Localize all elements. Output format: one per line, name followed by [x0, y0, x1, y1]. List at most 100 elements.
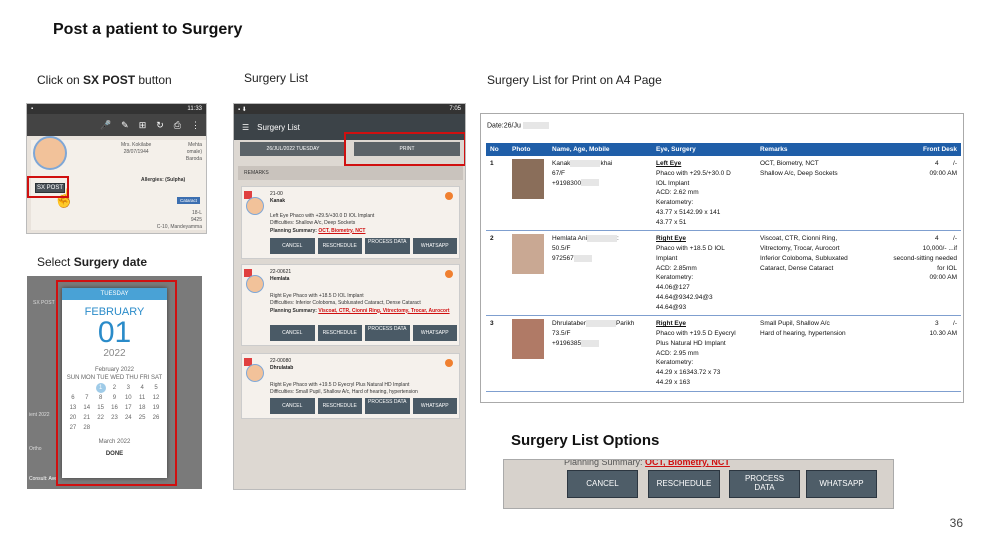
cancel-button[interactable]: CANCEL — [270, 325, 315, 341]
reschedule-button[interactable]: RESCHEDULE — [648, 470, 720, 498]
surgery-entry: 22-00621 Hemlata Right Eye Phaco with +18.… — [241, 264, 460, 346]
name: Dhrulataber — [552, 320, 586, 328]
notification-icon: ▪ ⬇ — [238, 106, 247, 113]
patient-photo — [512, 234, 544, 275]
whatsapp-button[interactable]: WHATSAPP — [412, 325, 457, 341]
bg-label: Consult: Ave — [29, 476, 57, 482]
table-row: 1 Kanak khai 67/F +9198300 Left Eye Phaco with… — [486, 156, 961, 232]
caption-click-sx-post: Click on SX POST button — [37, 73, 172, 87]
name: Hemlata Ani — [552, 235, 588, 243]
remarks-header: REMARKS — [238, 166, 463, 180]
remarks-cell: OCT, Biometry, NCT Shallow A/c, Deep Soc… — [756, 156, 878, 232]
table-body: 1 Kanak khai 67/F +9198300 Left Eye Phaco with… — [486, 156, 961, 392]
column-header: Remarks — [756, 143, 878, 156]
name-tail: : — [617, 235, 619, 243]
avatar — [246, 364, 264, 382]
process-data-button[interactable]: PROCESS DATA — [365, 325, 410, 341]
whatsapp-button[interactable]: WHATSAPP — [412, 398, 457, 414]
process-data-button[interactable]: PROCESS DATA — [365, 238, 410, 254]
toolbar: 🎤 ✎ ⊞ ↻ ⎙ ⋮ — [27, 114, 206, 136]
surgery: Phaco with +29.5/+30.0 D IOL Implant ACD… — [656, 169, 731, 226]
caption-text: button — [135, 73, 172, 87]
date-button[interactable]: 26/JUL/2022 TUESDAY — [240, 142, 346, 156]
age-line: 67/F — [552, 169, 648, 179]
highlight-box — [344, 132, 465, 166]
eye: Right Eye — [656, 320, 686, 328]
name: Kanak — [552, 160, 571, 167]
avatar — [246, 197, 264, 215]
table-header: No Photo Name, Age, Mobile Eye, Surgery Rema… — [486, 143, 961, 156]
entry-buttons: CANCEL RESCHEDULE PROCESS DATA WHATSAPP — [270, 238, 460, 254]
allergies: Allergies: (Sulpha) — [141, 177, 186, 183]
refresh-icon[interactable]: ↻ — [156, 120, 164, 131]
cancel-button[interactable]: CANCEL — [270, 398, 315, 414]
name-tail: khai — [600, 160, 613, 167]
difficulties: Difficulties: Small Pupil, Shallow A/c, … — [270, 389, 418, 396]
print-preview: Date:26/Ju No Photo Name, Age, Mobile Eye, … — [480, 113, 964, 403]
reschedule-button[interactable]: RESCHEDULE — [317, 398, 362, 414]
plan-value: Viscoat, CTR, Cionni Ring, Vitrectomy, T… — [318, 307, 450, 314]
edit-icon[interactable]: ✎ — [121, 120, 129, 131]
column-header: No — [486, 143, 508, 156]
patient-name: 22-00080 Dhrulatab — [270, 358, 293, 372]
caption-text: Select — [37, 255, 74, 269]
avatar — [246, 275, 264, 293]
reschedule-button[interactable]: RESCHEDULE — [317, 325, 362, 341]
front-desk-cell: 4 /- 10,000/- ...if second-sitting neede… — [878, 230, 961, 317]
bg-label: SX POST — [33, 300, 55, 306]
redacted — [581, 179, 600, 187]
redacted — [581, 339, 600, 347]
whatsapp-button[interactable]: WHATSAPP — [412, 238, 457, 254]
column-header: Name, Age, Mobile — [548, 143, 652, 156]
mobile: +9196385 — [552, 339, 582, 347]
front-desk-cell: 4 /- 09:00 AM — [878, 156, 961, 232]
age-line: 73.5/F — [552, 329, 648, 339]
print-icon[interactable]: ⎙ — [174, 120, 181, 131]
row-number: 2 — [486, 230, 508, 317]
planning-summary: Planning Summary: OCT, Biometry, NCT — [564, 459, 730, 467]
surgery-details: Left Eye Phaco with +29.5/+30.0 D IOL Im… — [270, 213, 456, 235]
menu-icon[interactable]: ☰ — [242, 123, 249, 132]
cancel-button[interactable]: CANCEL — [567, 470, 638, 498]
options-title: Surgery List Options — [511, 432, 660, 449]
summary-label: Planning Summary: — [564, 459, 646, 467]
cancel-button[interactable]: CANCEL — [270, 238, 315, 254]
process-data-button[interactable]: PROCESS DATA — [729, 470, 800, 498]
plan-value: OCT, Biometry, NCT — [318, 227, 366, 234]
date-picker-screen: SX POST ient 2022 Ortho Consult: Ave TUE… — [27, 276, 202, 489]
name-line: Dhrulataber Parikh — [552, 319, 648, 329]
procedure: Right Eye Phaco with +19.5 D Eyecryl Plu… — [270, 382, 410, 388]
entry-number: 21-00 — [270, 191, 283, 197]
process-data-button[interactable]: PROCESS DATA — [365, 398, 410, 414]
page-title: Post a patient to Surgery — [53, 21, 243, 38]
whatsapp-button[interactable]: WHATSAPP — [806, 470, 877, 498]
column-header: Photo — [508, 143, 548, 156]
mobile-line: 972567 — [552, 254, 648, 264]
screen-title: Surgery List — [257, 122, 300, 132]
summary-value: OCT, Biometry, NCT — [645, 459, 730, 467]
patient-name: 21-00 Kanak — [270, 191, 285, 205]
photo-cell — [508, 156, 548, 232]
page-number: 36 — [949, 516, 963, 530]
redacted — [570, 159, 601, 167]
add-icon[interactable]: ⊞ — [139, 120, 147, 131]
highlight-box — [56, 280, 177, 486]
surgery: Phaco with +18.5 D IOL Implant ACD: 2.85… — [656, 245, 725, 311]
photo-cell — [508, 230, 548, 317]
surgery-cell: Right Eye Phaco with +18.5 D IOL Implant … — [652, 230, 756, 317]
caption-bold: SX POST — [83, 73, 136, 87]
status-badge: Cataract — [176, 197, 200, 204]
reschedule-button[interactable]: RESCHEDULE — [317, 238, 362, 254]
difficulties: Difficulties: Shallow A/c, Deep Sockets — [270, 220, 356, 227]
redacted — [587, 235, 618, 243]
clock: 11:33 — [187, 106, 202, 112]
patient-screen: ▪ 11:33 🎤 ✎ ⊞ ↻ ⎙ ⋮ Mrs. Kokilabe 28/07/19… — [26, 103, 207, 234]
mic-icon[interactable]: 🎤 — [100, 120, 111, 131]
eye: Right Eye — [656, 235, 686, 243]
surgery-cell: Left Eye Phaco with +29.5/+30.0 D IOL Imp… — [652, 156, 756, 232]
clock: 7:05 — [449, 106, 461, 112]
row-number: 3 — [486, 315, 508, 392]
table-row: 2 Hemlata Ani:50.5/F 972567 Right Eye Phaco … — [486, 230, 961, 317]
more-icon[interactable]: ⋮ — [191, 120, 200, 131]
entry-buttons: CANCEL RESCHEDULE PROCESS DATA WHATSAPP — [270, 325, 460, 341]
